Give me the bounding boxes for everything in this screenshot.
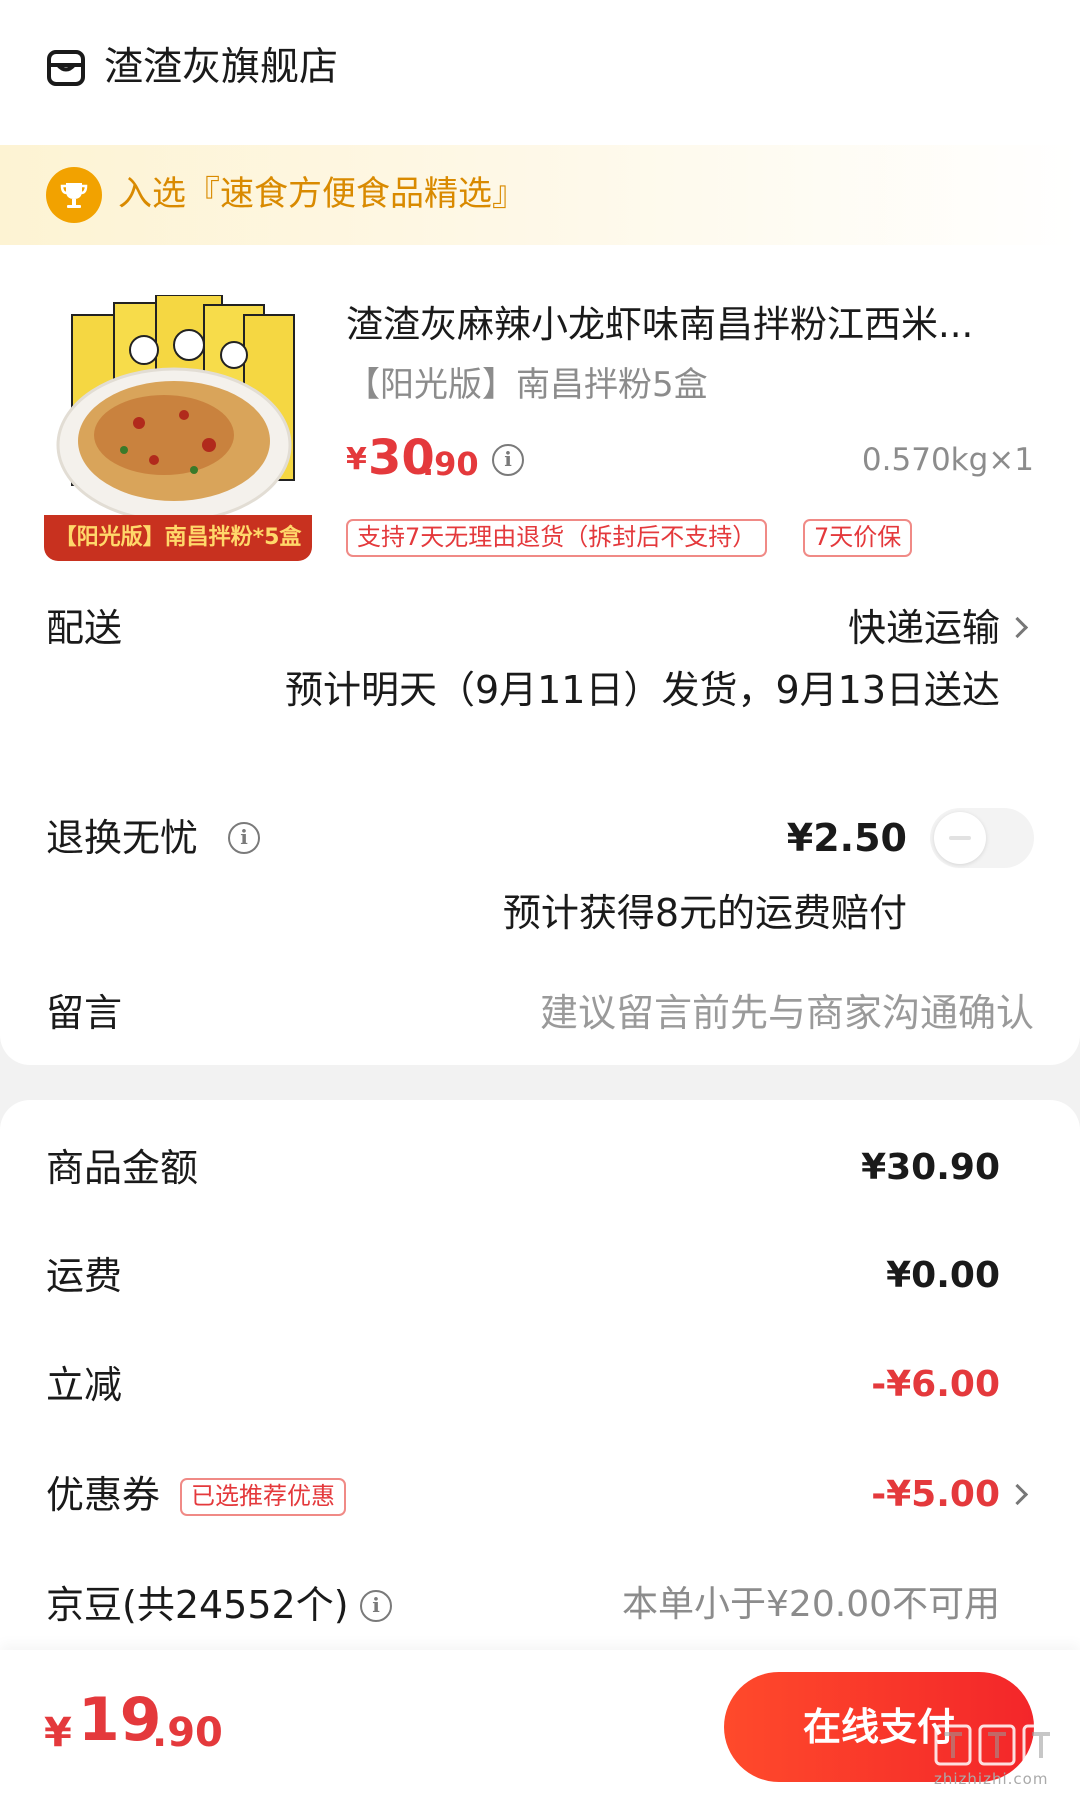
- shipping-fee-label: 运费: [46, 1254, 123, 1298]
- price-symbol: ¥: [346, 442, 367, 477]
- coupon-label: 优惠券: [46, 1473, 161, 1517]
- return-insurance-label: 退换无忧: [46, 816, 199, 860]
- trophy-icon: [46, 167, 102, 223]
- jd-beans-label: 京豆(共24552个): [46, 1583, 349, 1627]
- return-insurance-info-icon[interactable]: i: [228, 822, 260, 854]
- chevron-right-icon: [1006, 616, 1029, 639]
- store-icon: [47, 50, 85, 86]
- goods-amount-value: ¥30.90: [861, 1147, 1000, 1188]
- product-spec[interactable]: 【阳光版】南昌拌粉5盒: [346, 358, 708, 412]
- product-weight-quantity: 0.570kg×1: [861, 442, 1034, 478]
- watermark-text: zhizhizhi.com: [934, 1770, 1049, 1788]
- message-label: 留言: [46, 991, 123, 1035]
- total-symbol: ¥: [44, 1710, 72, 1756]
- goods-amount-label: 商品金额: [46, 1146, 199, 1190]
- instant-discount-value: -¥6.00: [871, 1364, 1000, 1405]
- shipping-fee-value: ¥0.00: [886, 1255, 1000, 1296]
- message-input[interactable]: 建议留言前先与商家沟通确认: [540, 985, 1034, 1041]
- checkout-bar: ¥ 19 .90 在线支付: [0, 1650, 1080, 1795]
- return-insurance-note: 预计获得8元的运费赔付: [502, 891, 907, 935]
- toggle-knob: [934, 812, 986, 864]
- jd-beans-info-icon[interactable]: i: [360, 1590, 392, 1622]
- instant-discount-label: 立减: [46, 1363, 123, 1407]
- product-title[interactable]: 渣渣灰麻辣小龙虾味南昌拌粉江西米...: [346, 296, 1036, 354]
- store-row[interactable]: 渣渣灰旗舰店: [0, 0, 1080, 140]
- jd-beans-value: 本单小于¥20.00不可用: [622, 1584, 1000, 1625]
- price-protection-tag: 7天价保: [803, 519, 913, 557]
- total-decimal: .90: [152, 1710, 223, 1756]
- selection-banner: 入选『速食方便食品精选』: [0, 145, 1080, 245]
- delivery-estimate: 预计明天（9月11日）发货，9月13日送达: [284, 668, 1000, 712]
- coupon-selected-tag: 已选推荐优惠: [180, 1478, 346, 1516]
- watermark-logo: zhizhizhi.com: [930, 1718, 1070, 1788]
- delivery-method: 快递运输: [847, 606, 1000, 650]
- banner-text: 入选『速食方便食品精选』: [118, 174, 526, 214]
- order-info-card: 渣渣灰旗舰店 入选『速食方便食品精选』 【阳光版】南昌拌粉*5盒 渣渣灰麻辣小龙…: [0, 0, 1080, 1065]
- delivery-label: 配送: [46, 606, 123, 650]
- total-integer: 19: [78, 1685, 162, 1755]
- return-policy-tag: 支持7天无理由退货（拆封后不支持）: [346, 519, 768, 557]
- product-image-caption: 【阳光版】南昌拌粉*5盒: [44, 515, 312, 561]
- price-info-icon[interactable]: i: [492, 444, 524, 476]
- product-image[interactable]: 【阳光版】南昌拌粉*5盒: [44, 295, 312, 561]
- return-insurance-price: ¥2.50: [786, 816, 907, 860]
- return-insurance-toggle[interactable]: [930, 808, 1034, 868]
- price-decimal: .90: [422, 445, 479, 483]
- coupon-value: -¥5.00: [871, 1474, 1000, 1515]
- store-name: 渣渣灰旗舰店: [104, 45, 339, 90]
